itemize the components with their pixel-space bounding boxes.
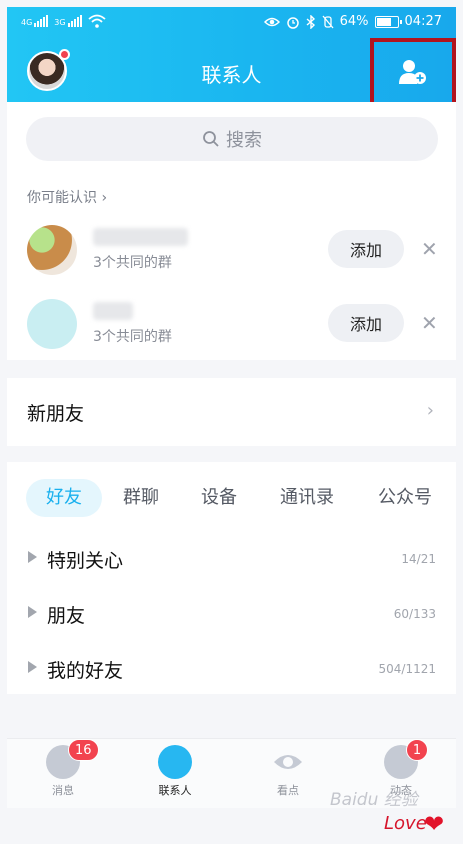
- avatar: [27, 225, 77, 275]
- signal-3g-icon: 3G: [54, 15, 82, 27]
- expand-triangle-icon: [28, 551, 37, 563]
- message-icon: 16: [46, 739, 99, 779]
- eye-shape: [274, 755, 302, 769]
- avatar: [27, 299, 77, 349]
- tab-bar: 好友 群聊 设备 通讯录 公众号: [7, 462, 456, 528]
- blurred-name: [93, 302, 133, 320]
- search-placeholder: 搜索: [226, 130, 262, 151]
- group-name: 朋友: [47, 605, 86, 627]
- mutual-groups: 3个共同的群: [93, 255, 172, 271]
- group-count: 60/133: [393, 607, 436, 621]
- nav-watch[interactable]: 看点: [248, 745, 328, 798]
- close-icon[interactable]: ✕: [421, 237, 438, 261]
- tab-groups[interactable]: 群聊: [113, 479, 169, 517]
- new-friends-row[interactable]: 新朋友 ›: [7, 378, 456, 446]
- nav-messages[interactable]: 16 消息: [23, 739, 103, 798]
- alarm-icon: [286, 16, 299, 29]
- expand-triangle-icon: [28, 661, 37, 673]
- tab-devices[interactable]: 设备: [191, 479, 247, 517]
- group-row[interactable]: 朋友 60/133: [7, 587, 456, 642]
- search-icon: [203, 131, 219, 147]
- group-name: 特别关心: [47, 550, 124, 572]
- group-name: 我的好友: [47, 660, 124, 682]
- blurred-name: [93, 228, 188, 246]
- chevron-right-icon: ›: [426, 400, 434, 421]
- new-friends-label: 新朋友: [27, 402, 85, 425]
- group-row[interactable]: 特别关心 14/21: [7, 532, 456, 587]
- list-item[interactable]: 3个共同的群 添加 ✕: [7, 289, 456, 363]
- nav-label: 消息: [52, 784, 74, 797]
- list-item[interactable]: 3个共同的群 添加 ✕: [7, 215, 456, 289]
- search-bar[interactable]: 搜索: [26, 117, 438, 161]
- header: 4G 3G 64% 04:27 联系人: [7, 7, 456, 106]
- group-count: 504/1121: [378, 662, 437, 676]
- signal-4g-icon: 4G: [21, 15, 49, 27]
- wifi-icon: [88, 14, 106, 28]
- battery-percent: 64%: [339, 14, 369, 29]
- battery-icon: [374, 15, 402, 28]
- add-contact-button[interactable]: [370, 38, 456, 106]
- may-know-link[interactable]: 你可能认识 ›: [27, 187, 107, 207]
- add-button[interactable]: 添加: [328, 304, 404, 342]
- mutual-groups: 3个共同的群: [93, 329, 172, 345]
- love-watermark: Love: [384, 813, 427, 834]
- person-add-icon: [399, 60, 426, 84]
- contacts-page: 搜索 你可能认识 › 3个共同的群 添加 ✕ 3个共同的群 添加 ✕ 新朋友 ›…: [7, 102, 456, 802]
- contacts-icon: [158, 745, 192, 779]
- baidu-watermark: Baidu 经验: [330, 790, 418, 810]
- recommend-section: 搜索 你可能认识 › 3个共同的群 添加 ✕ 3个共同的群 添加 ✕: [7, 102, 456, 360]
- add-button[interactable]: 添加: [328, 230, 404, 268]
- expand-triangle-icon: [28, 606, 37, 618]
- unread-badge: 1: [406, 739, 428, 761]
- heart-icon: ❤: [424, 810, 445, 838]
- close-icon[interactable]: ✕: [421, 311, 438, 335]
- chevron-right-icon: ›: [101, 190, 108, 206]
- status-bar: 4G 3G 64% 04:27: [7, 7, 456, 37]
- bluetooth-icon: [306, 14, 315, 29]
- nav-label: 联系人: [158, 784, 192, 797]
- nav-contacts[interactable]: 联系人: [135, 745, 215, 798]
- star-planet-icon: 1: [384, 739, 428, 779]
- eye-icon: [263, 17, 280, 26]
- mute-icon: [322, 15, 334, 28]
- tab-address-book[interactable]: 通讯录: [269, 479, 345, 517]
- nav-label: 看点: [277, 784, 299, 797]
- unread-badge: 16: [68, 739, 99, 761]
- group-count: 14/21: [401, 552, 436, 566]
- eye-view-icon: [271, 745, 305, 779]
- clock: 04:27: [404, 14, 442, 29]
- tab-friends[interactable]: 好友: [26, 479, 102, 517]
- tab-official-accounts[interactable]: 公众号: [367, 479, 443, 517]
- group-row[interactable]: 我的好友 504/1121: [7, 642, 456, 697]
- friends-section: 好友 群聊 设备 通讯录 公众号 特别关心 14/21 朋友 60/133 我的…: [7, 462, 456, 694]
